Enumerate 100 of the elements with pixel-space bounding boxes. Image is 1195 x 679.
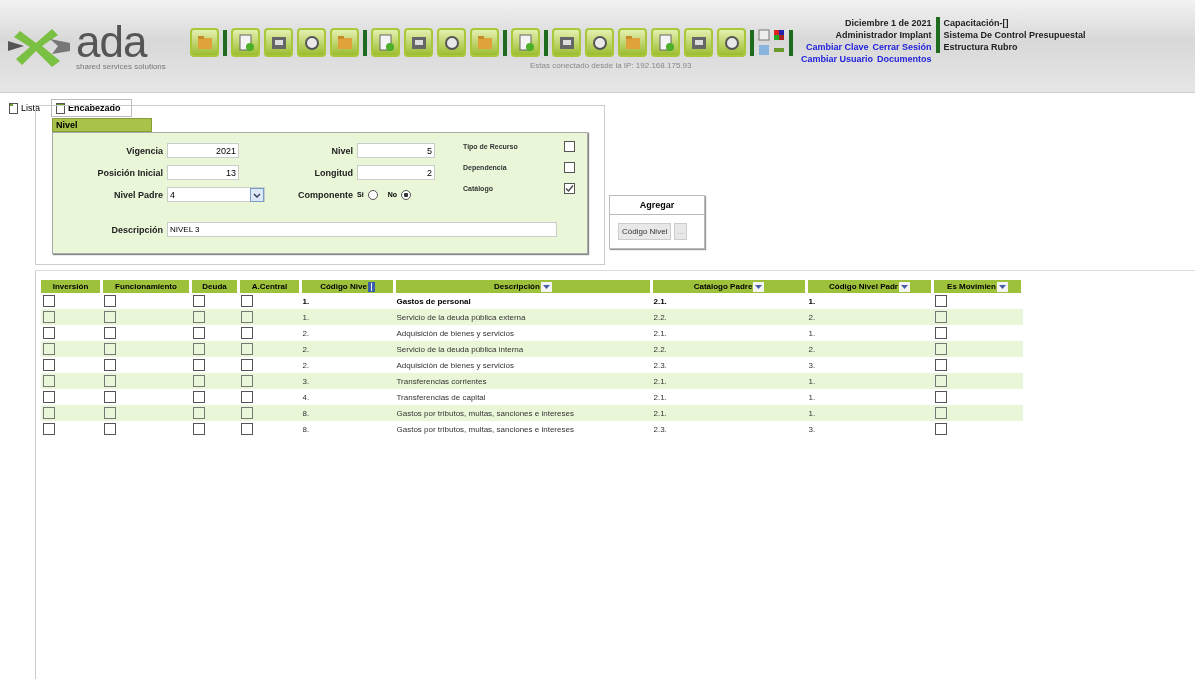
checkbox[interactable] — [192, 311, 205, 323]
checkbox[interactable] — [43, 423, 55, 435]
checkbox[interactable] — [934, 327, 947, 339]
caret-icon — [250, 187, 264, 202]
checkbox[interactable] — [103, 407, 116, 419]
filter-icon — [898, 281, 910, 292]
checkbox[interactable] — [934, 423, 947, 435]
column-header[interactable]: A.Central — [238, 280, 301, 293]
header-link[interactable]: Cambiar Clave — [806, 41, 869, 53]
input-field[interactable]: 2021 — [167, 143, 239, 158]
input-field[interactable]: 2 — [357, 165, 435, 180]
table-cell: Adquisición de bienes y servicios — [396, 360, 514, 370]
column-header[interactable]: Código Nive — [300, 280, 395, 293]
table-cell: Transferencias corrientes — [396, 376, 487, 386]
table-cell: 1. — [808, 408, 816, 418]
column-header[interactable]: Es Movimien — [932, 280, 1023, 293]
checkbox[interactable] — [240, 295, 253, 307]
checkbox[interactable] — [103, 423, 116, 435]
table-row[interactable]: 2. Adquisición de bienes y servicios 2.1. 1. — [41, 325, 1023, 341]
checkbox[interactable] — [103, 391, 116, 403]
column-header[interactable]: Deuda — [190, 280, 239, 293]
checkbox[interactable] — [43, 295, 55, 307]
radio-button[interactable] — [367, 189, 378, 200]
table-row[interactable]: 2. Servicio de la deuda pública interna 2.2. 2. — [41, 341, 1023, 357]
field-label: Componente — [297, 189, 353, 200]
checkbox[interactable] — [103, 327, 116, 339]
checkbox[interactable] — [240, 343, 253, 355]
checkbox[interactable] — [192, 359, 205, 371]
table-row[interactable]: 3. Transferencias corrientes 2.1. 1. — [41, 373, 1023, 389]
checkbox[interactable] — [192, 295, 205, 307]
table-row[interactable]: 4. Transferencias de capital 2.1. 1. — [41, 389, 1023, 405]
checkbox[interactable] — [240, 359, 253, 371]
checkbox[interactable] — [564, 141, 575, 152]
level-code-button[interactable]: Código Nivel — [618, 223, 672, 240]
dropdown-field[interactable]: 4 — [167, 187, 265, 202]
table-cell: Transferencias de capital — [396, 392, 486, 402]
input-field[interactable]: 5 — [357, 143, 435, 158]
checkbox[interactable] — [43, 407, 55, 419]
color-grid-icon — [773, 29, 785, 41]
table-cell: 2.1. — [653, 328, 667, 338]
table-row[interactable]: 8. Gastos por tributos, multas, sanciones e intereses 2.1. 1. — [41, 405, 1023, 421]
checkbox[interactable] — [934, 359, 947, 371]
checkbox[interactable] — [934, 311, 947, 323]
table-cell: Gastos por tributos, multas, sanciones e intereses — [396, 408, 574, 418]
checkbox[interactable] — [43, 375, 55, 387]
table-cell: 2.3. — [653, 424, 667, 434]
header-link[interactable]: Cerrar Sesión — [872, 41, 932, 53]
checkbox[interactable] — [934, 407, 947, 419]
column-header[interactable]: Código Nivel Padr — [806, 280, 933, 293]
table-row[interactable]: 2. Adquisición de bienes y servicios 2.3. 3. — [41, 357, 1023, 373]
table-cell: 1. — [808, 376, 816, 386]
column-header[interactable]: Descripción — [394, 280, 652, 293]
header-link[interactable]: Documentos — [877, 53, 932, 65]
checkbox[interactable] — [103, 359, 116, 371]
checkbox[interactable] — [43, 359, 55, 371]
column-header[interactable]: Inversión — [41, 280, 102, 293]
checkbox[interactable] — [934, 295, 947, 307]
checkbox[interactable] — [103, 375, 116, 387]
window-icon — [758, 29, 770, 41]
table-cell: 8. — [302, 408, 310, 418]
field-label: Nivel Padre — [112, 189, 163, 200]
checkbox[interactable] — [564, 162, 575, 173]
checkbox[interactable] — [934, 343, 947, 355]
checkbox[interactable] — [240, 375, 253, 387]
table-cell: 2.2. — [653, 344, 667, 354]
table-row[interactable]: 8. Gastos por tributos, multas, sanciones e intereses 2.3. 3. — [41, 421, 1023, 437]
column-header[interactable]: Funcionamiento — [101, 280, 191, 293]
checkbox[interactable] — [192, 375, 205, 387]
table-row[interactable]: 1. Gastos de personal 2.1. 1. — [41, 293, 1023, 309]
checkbox[interactable] — [43, 311, 55, 323]
checkbox[interactable] — [240, 311, 253, 323]
checkbox[interactable] — [240, 391, 253, 403]
checkbox[interactable] — [934, 375, 947, 387]
checkbox[interactable] — [43, 391, 55, 403]
table-cell: 1. — [302, 312, 310, 322]
checkbox[interactable] — [240, 327, 253, 339]
column-header[interactable]: Catálogo Padre — [651, 280, 807, 293]
list-icon — [9, 102, 18, 114]
checkbox[interactable] — [192, 391, 205, 403]
checkbox[interactable] — [103, 343, 116, 355]
table-cell: 2. — [302, 328, 310, 338]
checkbox[interactable] — [103, 295, 116, 307]
checkbox[interactable] — [934, 391, 947, 403]
checkbox[interactable] — [240, 407, 253, 419]
checkbox[interactable] — [192, 423, 205, 435]
checkbox[interactable] — [192, 327, 205, 339]
checkbox[interactable] — [240, 423, 253, 435]
checkbox[interactable] — [564, 183, 575, 194]
input-field[interactable]: NIVEL 3 — [167, 222, 557, 237]
checkbox[interactable] — [43, 343, 55, 355]
document-plus-button[interactable] — [231, 28, 260, 57]
checkbox[interactable] — [192, 343, 205, 355]
radio-button[interactable] — [400, 189, 411, 200]
checkbox[interactable] — [192, 407, 205, 419]
table-row[interactable]: 1. Servicio de la deuda pública externa 2.2. 2. — [41, 309, 1023, 325]
header-link[interactable]: Cambiar Usuario — [801, 53, 874, 65]
input-field[interactable]: 13 — [167, 165, 239, 180]
checkbox[interactable] — [103, 311, 116, 323]
checkbox[interactable] — [43, 327, 55, 339]
field-label: Vigencia — [125, 145, 163, 156]
